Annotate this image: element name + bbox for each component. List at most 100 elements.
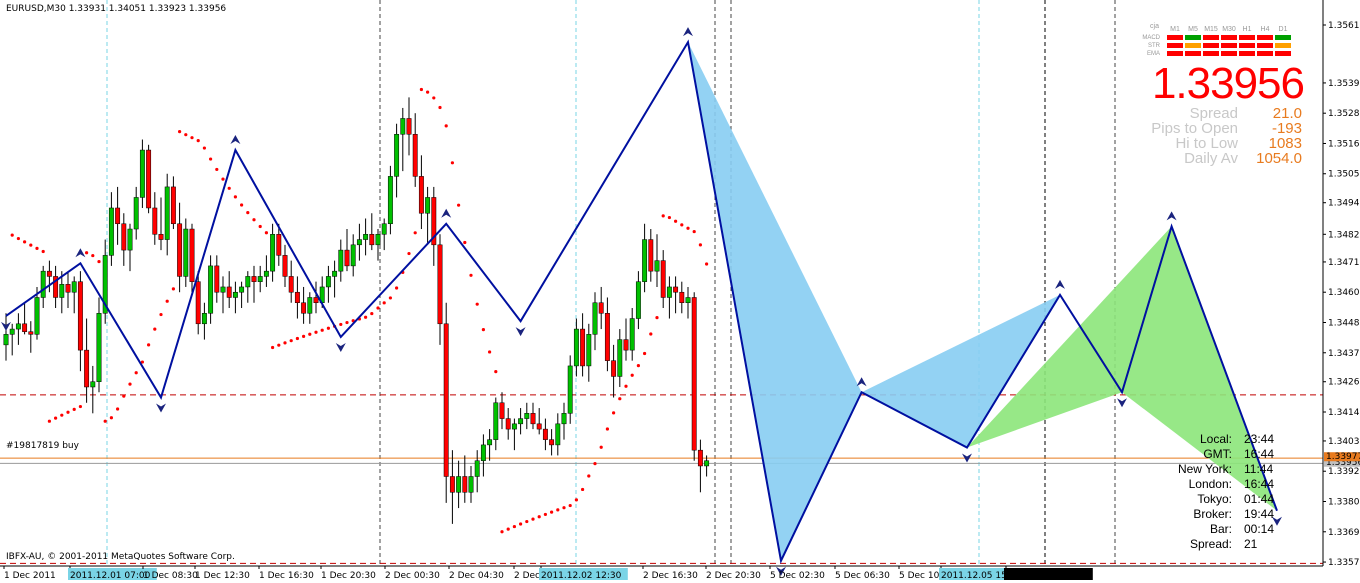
psar-dot xyxy=(636,364,641,368)
psar-dot xyxy=(649,332,653,336)
psar-dot xyxy=(593,462,597,466)
stat-value: -193 xyxy=(1271,120,1302,137)
candle-body xyxy=(356,239,362,246)
psar-dot xyxy=(171,287,175,291)
psar-dot xyxy=(122,394,126,398)
timeframe-row: M1 M5 M15 M30 H1 H4 D1 xyxy=(1128,26,1308,34)
psar-dot xyxy=(159,312,163,317)
psar-dot xyxy=(302,334,306,338)
candle-body xyxy=(363,234,369,240)
time-value: 16:44 xyxy=(1244,447,1275,461)
time-value: 00:14 xyxy=(1244,522,1275,536)
candle-body xyxy=(511,423,517,430)
time-tick-label: 2 Dec 16:30 xyxy=(643,571,698,581)
time-label: Local: xyxy=(1199,432,1232,446)
psar-dot xyxy=(599,445,603,449)
candle-body xyxy=(127,228,133,251)
time-axis: 1 Dec 2011 2011.12.01 07:001 Dec 08:301 D… xyxy=(0,565,1323,581)
candle-body xyxy=(592,302,598,335)
candle-body xyxy=(660,260,666,298)
time-tick-label: 2 Dec 20:30 xyxy=(706,571,761,581)
psar-dot xyxy=(475,302,479,306)
psar-dot xyxy=(692,229,696,234)
psar-dot xyxy=(320,328,324,332)
psar-dot xyxy=(116,407,120,411)
psar-dot xyxy=(60,413,64,417)
candle-body xyxy=(40,270,46,298)
candle-body xyxy=(28,331,34,335)
time-label: Broker: xyxy=(1193,507,1232,521)
psar-dot xyxy=(209,157,213,161)
candle-body xyxy=(580,328,586,367)
psar-dot xyxy=(47,419,52,423)
candle-body xyxy=(673,286,679,293)
candle-body xyxy=(350,244,356,267)
candle-body xyxy=(214,265,220,293)
psar-dot xyxy=(29,243,33,247)
psar-dot xyxy=(655,316,659,320)
signal-cell xyxy=(1257,35,1273,40)
candle-body xyxy=(691,297,697,451)
candle-body xyxy=(139,149,145,198)
psar-dot xyxy=(184,133,188,137)
candle-body xyxy=(499,402,505,419)
psar-dot xyxy=(41,249,45,254)
psar-dot xyxy=(134,371,138,375)
candle-body xyxy=(679,291,685,303)
psar-dot xyxy=(345,320,349,325)
candle-body xyxy=(704,460,710,467)
candle-body xyxy=(276,234,282,256)
time-row: New York: 11:44 xyxy=(1140,462,1280,477)
signal-row-label: MACD xyxy=(1142,35,1160,41)
candle-body xyxy=(611,360,617,377)
signal-row: STR xyxy=(1128,43,1308,49)
copyright: IBFX-AU, © 2001-2011 MetaQuotes Software… xyxy=(6,552,235,562)
candle-body xyxy=(666,286,672,298)
psar-dot xyxy=(612,411,616,415)
candle-body xyxy=(307,297,313,314)
time-label: New York: xyxy=(1177,462,1232,476)
candle-body xyxy=(635,281,641,319)
candle-body xyxy=(164,186,170,240)
candle-body xyxy=(133,197,139,230)
candle-body xyxy=(288,276,294,293)
candle-body xyxy=(195,281,201,325)
psar-dot xyxy=(438,105,442,110)
psar-dot xyxy=(419,87,423,92)
psar-dot xyxy=(605,427,610,431)
candle-body xyxy=(208,265,214,314)
price-tick-label: 1.34370 xyxy=(1328,349,1360,359)
candle-body xyxy=(251,276,257,282)
candle-body xyxy=(22,323,28,332)
psar-dot xyxy=(618,397,622,401)
candle-body xyxy=(567,365,573,414)
time-label: London: xyxy=(1188,477,1232,491)
timeframe-label: H4 xyxy=(1260,26,1270,33)
psar-dot xyxy=(271,345,275,350)
psar-dot xyxy=(91,253,95,258)
psar-dot xyxy=(10,233,14,237)
time-tick-label: 2011.12.01 07:00 xyxy=(70,571,151,581)
price-tick-label: 1.33920 xyxy=(1328,467,1360,477)
time-tick-label: 2 Dec 00:30 xyxy=(385,571,440,581)
signal-cell xyxy=(1167,43,1183,48)
price-tick-label: 1.33690 xyxy=(1328,528,1360,538)
time-row: Bar: 00:14 xyxy=(1140,522,1280,537)
price-tick-label: 1.35615 xyxy=(1328,21,1360,31)
candle-body xyxy=(524,413,530,419)
psar-dot xyxy=(469,273,473,277)
current-price: 1.33956 xyxy=(1151,59,1305,108)
psar-dot xyxy=(587,474,591,478)
chart-header: EURUSD,M30 1.33931 1.34051 1.33923 1.339… xyxy=(6,4,227,14)
candle-body xyxy=(443,323,449,477)
psar-dot xyxy=(233,195,237,199)
candle-body xyxy=(518,418,524,425)
candle-body xyxy=(561,413,567,425)
candle-body xyxy=(177,223,183,277)
signal-cell xyxy=(1275,43,1291,48)
psar-dot xyxy=(23,240,27,244)
candle-body xyxy=(505,418,511,430)
signal-cell xyxy=(1275,51,1291,56)
candle-body xyxy=(394,134,400,177)
candle-body xyxy=(152,207,158,235)
